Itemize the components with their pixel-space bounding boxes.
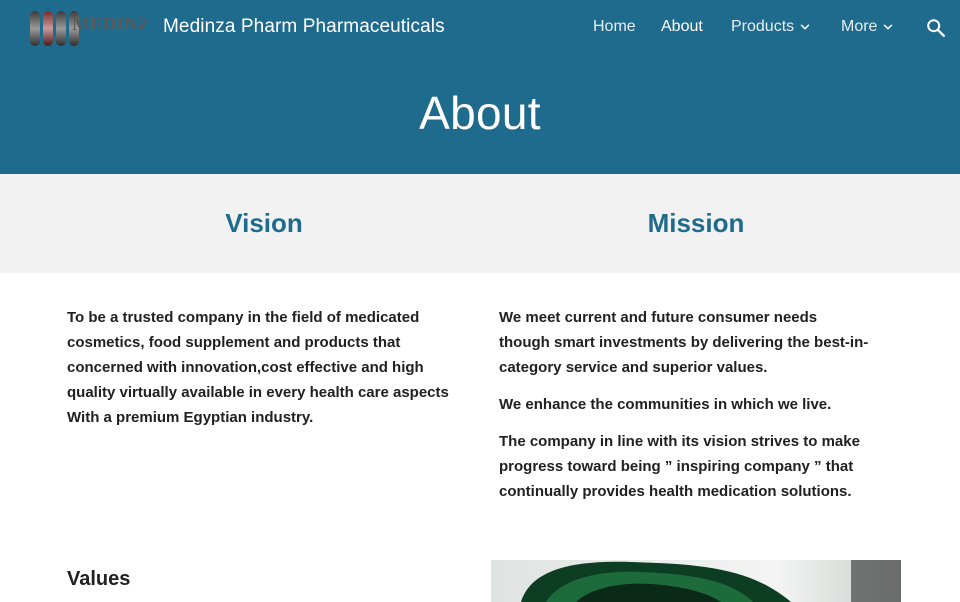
nav-about-label: About — [661, 18, 703, 35]
chevron-down-icon[interactable] — [798, 20, 812, 34]
mission-title: Mission — [647, 208, 745, 238]
vision-paragraph: To be a trusted company in the field of … — [67, 309, 449, 426]
site-logo[interactable]: MEDINZA — [28, 8, 164, 48]
product-photo — [491, 560, 901, 602]
vision-title: Vision — [225, 208, 303, 238]
nav-products-label: Products — [731, 18, 795, 35]
page-title: About — [419, 87, 541, 139]
chevron-down-icon[interactable] — [881, 20, 895, 34]
nav-products[interactable]: Products — [731, 18, 812, 36]
mission-text: We meet current and future consumer need… — [499, 305, 869, 516]
mission-paragraph-3: The company in line with its vision stri… — [499, 433, 860, 500]
nav-more[interactable]: More — [841, 18, 895, 36]
mission-paragraph-1: We meet current and future consumer need… — [499, 309, 869, 376]
search-icon[interactable] — [925, 17, 947, 39]
header-banner: MEDINZA Medinza Pharm Pharmaceuticals Ho… — [0, 0, 960, 174]
mission-paragraph-2: We enhance the communities in which we l… — [499, 396, 832, 413]
nav-more-label: More — [841, 18, 878, 35]
site-title[interactable]: Medinza Pharm Pharmaceuticals — [163, 16, 445, 38]
logo-text: MEDINZA — [72, 14, 146, 35]
nav-home[interactable]: Home — [593, 18, 636, 36]
vision-text: To be a trusted company in the field of … — [67, 305, 462, 442]
nav-home-label: Home — [593, 18, 636, 35]
nav-about[interactable]: About — [661, 18, 703, 36]
values-heading: Values — [67, 568, 131, 590]
vision-mission-band: Vision Mission — [0, 174, 960, 273]
